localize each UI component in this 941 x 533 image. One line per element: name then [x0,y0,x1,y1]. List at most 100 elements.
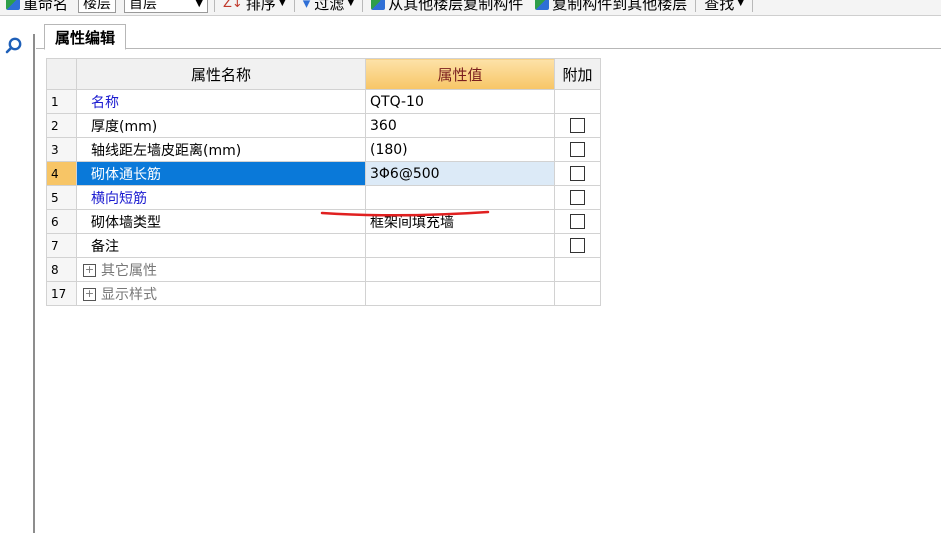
table-row-group[interactable]: 17 + 显示样式 [46,281,601,306]
row-value[interactable] [365,233,555,258]
property-grid: 属性名称 属性值 附加 1 名称 QTQ-10 2 厚度(mm) 360 3 轴… [46,58,601,306]
search-icon[interactable] [4,36,24,56]
toolbar-separator [695,0,697,12]
copy-to-floor-button[interactable]: 复制构件到其他楼层 [529,0,693,14]
copy-to-icon [535,0,550,10]
row-index: 1 [46,89,77,114]
row-index: 6 [46,209,77,234]
chevron-down-icon: ▼ [195,0,204,9]
copy-from-floor-button[interactable]: 从其他楼层复制构件 [365,0,529,14]
row-value[interactable] [365,257,555,282]
row-value[interactable] [365,281,555,306]
extra-checkbox[interactable] [570,214,585,229]
filter-icon: ▾ [302,0,311,12]
rename-icon [6,0,20,10]
table-row[interactable]: 5 横向短筋 [46,185,601,210]
row-group-label: 显示样式 [101,286,157,303]
tab-baseline [36,48,941,49]
row-index: 2 [46,113,77,138]
table-row-group[interactable]: 8 + 其它属性 [46,257,601,282]
find-label: 查找 [704,0,735,13]
row-index: 17 [46,281,77,306]
row-extra [554,209,601,234]
row-index: 3 [46,137,77,162]
row-value[interactable] [365,185,555,210]
copy-from-icon [371,0,386,10]
row-extra [554,281,601,306]
row-index: 8 [46,257,77,282]
expand-plus-icon[interactable]: + [83,288,96,301]
row-extra [554,89,601,114]
header-name[interactable]: 属性名称 [76,58,366,90]
floor-select[interactable]: 首层 ▼ [124,0,209,13]
filter-label: 过滤 [314,0,345,13]
row-extra [554,233,601,258]
row-group-label: 其它属性 [101,262,157,279]
copy-to-label: 复制构件到其他楼层 [552,0,688,13]
copy-from-label: 从其他楼层复制构件 [388,0,524,13]
floor-label: 楼层 [83,0,112,12]
extra-checkbox[interactable] [570,142,585,157]
extra-checkbox[interactable] [570,166,585,181]
toolbar-separator [752,0,754,12]
sort-label: 排序 [245,0,276,13]
row-value[interactable]: (180) [365,137,555,162]
table-row[interactable]: 7 备注 [46,233,601,258]
table-row-selected[interactable]: 4 砌体通长筋 3Φ6@500 [46,161,601,186]
row-index: 7 [46,233,77,258]
header-extra[interactable]: 附加 [554,58,601,90]
expand-plus-icon[interactable]: + [83,264,96,277]
left-panel [0,16,35,533]
sort-button[interactable]: Z↓ 排序 ▼ [217,0,292,14]
header-value[interactable]: 属性值 [365,58,555,90]
floor-label-box: 楼层 [78,0,117,13]
row-name[interactable]: 轴线距左墙皮距离(mm) [76,137,366,162]
tab-properties[interactable]: 属性编辑 [44,24,127,50]
toolbar: 重命名 楼层 首层 ▼ Z↓ 排序 ▼ ▾ 过滤 ▼ 从其他楼层复制构件 复制构… [0,0,941,16]
sort-icon: Z↓ [223,0,243,11]
rename-label: 重命名 [23,0,69,13]
toolbar-separator [214,0,216,12]
row-value-editor[interactable]: 3Φ6@500 [365,161,555,186]
row-extra [554,257,601,282]
table-header-row: 属性名称 属性值 附加 [46,58,601,90]
tab-strip: 属性编辑 [36,21,941,50]
row-index: 4 [46,161,77,186]
extra-checkbox[interactable] [570,118,585,133]
row-extra [554,161,601,186]
filter-button[interactable]: ▾ 过滤 ▼ [297,0,360,14]
row-group-name[interactable]: + 显示样式 [76,281,366,306]
property-table: 属性名称 属性值 附加 1 名称 QTQ-10 2 厚度(mm) 360 3 轴… [46,58,601,306]
row-name[interactable]: 横向短筋 [76,185,366,210]
chevron-down-icon: ▼ [347,0,355,8]
row-extra [554,113,601,138]
panel-divider [33,34,35,533]
row-extra [554,137,601,162]
chevron-down-icon: ▼ [278,0,286,8]
row-group-name[interactable]: + 其它属性 [76,257,366,282]
table-row[interactable]: 6 砌体墙类型 框架间填充墙 [46,209,601,234]
tab-properties-label: 属性编辑 [55,28,116,47]
toolbar-separator [362,0,364,12]
extra-checkbox[interactable] [570,190,585,205]
row-name[interactable]: 名称 [76,89,366,114]
chevron-down-icon: ▼ [737,0,745,8]
row-value[interactable]: QTQ-10 [365,89,555,114]
rename-button[interactable]: 重命名 [0,0,74,14]
row-name[interactable]: 备注 [76,233,366,258]
row-name[interactable]: 砌体墙类型 [76,209,366,234]
row-extra [554,185,601,210]
table-row[interactable]: 3 轴线距左墙皮距离(mm) (180) [46,137,601,162]
row-index: 5 [46,185,77,210]
row-name[interactable]: 厚度(mm) [76,113,366,138]
floor-value: 首层 [129,0,158,12]
find-button[interactable]: 查找 ▼ [698,0,750,14]
table-row[interactable]: 1 名称 QTQ-10 [46,89,601,114]
row-name[interactable]: 砌体通长筋 [76,161,366,186]
row-value[interactable]: 框架间填充墙 [365,209,555,234]
row-value[interactable]: 360 [365,113,555,138]
header-index [46,58,77,90]
extra-checkbox[interactable] [570,238,585,253]
toolbar-separator [293,0,295,12]
table-row[interactable]: 2 厚度(mm) 360 [46,113,601,138]
